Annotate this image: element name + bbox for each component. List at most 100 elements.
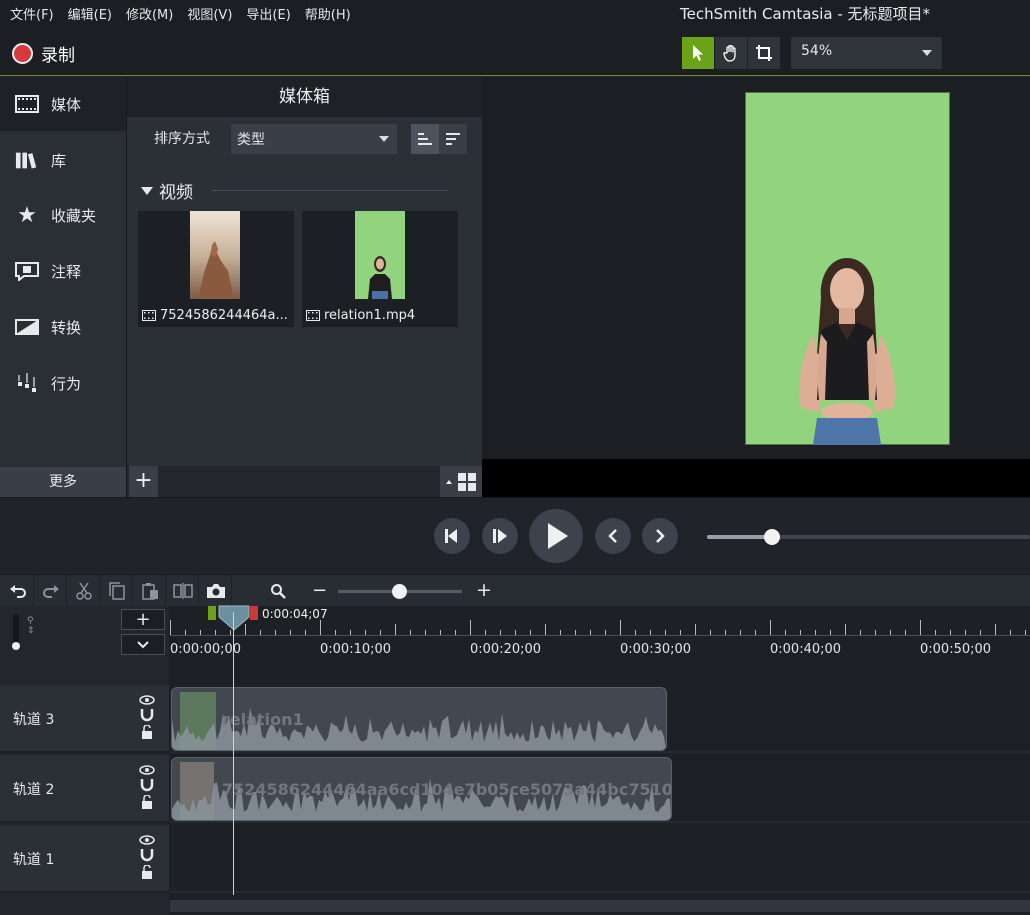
track-header[interactable]: 轨道 1: [0, 825, 169, 893]
sidebar-item-label: 注释: [51, 262, 82, 281]
scissors-icon: [75, 582, 92, 600]
sidebar-item-label: 转换: [51, 318, 82, 337]
sort-descending-button[interactable]: [439, 124, 467, 154]
menu-modify[interactable]: 修改(M): [126, 4, 173, 23]
track-lane[interactable]: 7524586244464aa6cd104e7b05ce5073a44bc751…: [170, 755, 1030, 823]
timeline-scrollbar[interactable]: [170, 900, 1030, 912]
select-tool-button[interactable]: [682, 37, 714, 69]
redo-button[interactable]: [35, 575, 67, 607]
window-title: TechSmith Camtasia - 无标题项目*: [680, 5, 931, 23]
sidebar-item-media[interactable]: 媒体: [0, 77, 126, 131]
track-height-handle[interactable]: [12, 642, 20, 650]
sort-value: 类型: [237, 132, 265, 148]
zoom-out-button[interactable]: −: [312, 580, 327, 601]
camera-icon: [206, 584, 225, 598]
undo-icon: [9, 585, 26, 598]
menu-file[interactable]: 文件(F): [10, 4, 54, 23]
split-button[interactable]: [167, 575, 199, 607]
unlock-icon[interactable]: [141, 725, 153, 739]
video-section-title: 视频: [159, 183, 193, 203]
menu-view[interactable]: 视图(V): [187, 4, 232, 23]
menu-bar: 文件(F) 编辑(E) 修改(M) 视图(V) 导出(E) 帮助(H): [10, 4, 351, 23]
step-back-button[interactable]: [434, 518, 470, 554]
plus-icon: +: [476, 579, 492, 601]
clip-name: 7524586244464aa6cd104e7b05ce5073a44bc751…: [222, 780, 672, 799]
track-options-button[interactable]: [121, 634, 165, 655]
video-file-icon: [306, 310, 320, 321]
unlock-icon[interactable]: [141, 795, 153, 809]
sidebar-item-annotations[interactable]: 注释: [0, 244, 126, 298]
menu-help[interactable]: 帮助(H): [305, 4, 351, 23]
playback-controls: [0, 497, 1030, 573]
more-button[interactable]: 更多: [0, 467, 126, 497]
previous-marker-button[interactable]: [595, 518, 631, 554]
timeline-toolbar: − +: [0, 574, 1030, 607]
snapshot-button[interactable]: [200, 575, 232, 607]
track-lane[interactable]: relation1: [170, 685, 1030, 753]
record-button[interactable]: 录制: [12, 41, 75, 66]
copy-button[interactable]: [101, 575, 133, 607]
magnet-icon[interactable]: [140, 848, 154, 862]
unlock-icon[interactable]: [141, 865, 153, 879]
magnet-icon[interactable]: [140, 708, 154, 722]
menu-edit[interactable]: 编辑(E): [68, 4, 112, 23]
track-height-slider[interactable]: [12, 614, 20, 650]
preview-canvas[interactable]: [482, 77, 1030, 459]
sort-dropdown[interactable]: 类型: [231, 124, 397, 154]
timeline-zoom-slider[interactable]: [338, 584, 462, 599]
pan-tool-button[interactable]: [715, 37, 747, 69]
step-forward-button[interactable]: [482, 518, 518, 554]
track-controls: [139, 695, 155, 739]
sidebar-item-transitions[interactable]: 转换: [0, 300, 126, 354]
record-label: 录制: [41, 46, 75, 66]
zoom-in-button[interactable]: +: [476, 579, 492, 601]
ruler-label: 0:00:30;00: [620, 642, 692, 657]
timeline-zoom-handle[interactable]: [392, 584, 407, 599]
paste-button[interactable]: [134, 575, 166, 607]
add-media-button[interactable]: +: [129, 466, 158, 497]
view-mode-button[interactable]: [440, 466, 482, 497]
sort-ascending-button[interactable]: [411, 124, 439, 154]
track-lane[interactable]: [170, 825, 1030, 893]
menu-export[interactable]: 导出(E): [246, 4, 290, 23]
playhead-handle[interactable]: [218, 605, 250, 631]
chevron-down-icon: [922, 50, 932, 56]
media-item[interactable]: 7524586244464a...: [138, 211, 294, 327]
play-button[interactable]: [529, 509, 583, 563]
crop-tool-button[interactable]: [748, 37, 780, 69]
sidebar-item-library[interactable]: 库: [0, 133, 126, 187]
canvas-footer: [482, 459, 1030, 497]
paste-icon: [141, 583, 158, 600]
timeline-clip[interactable]: relation1: [171, 687, 667, 751]
sidebar-item-favorites[interactable]: ★ 收藏夹: [0, 188, 126, 242]
selection-end-marker[interactable]: [250, 606, 258, 620]
magnet-icon[interactable]: [140, 778, 154, 792]
undo-button[interactable]: [2, 575, 34, 607]
playback-scrubber[interactable]: [707, 529, 1030, 545]
library-icon: [15, 149, 39, 171]
scrubber-handle[interactable]: [763, 529, 780, 545]
selection-start-marker[interactable]: [208, 606, 216, 620]
plus-icon: +: [135, 609, 151, 630]
playhead-time: 0:00:04;07: [262, 607, 328, 621]
video-section-toggle[interactable]: 视频: [141, 178, 193, 203]
track-header[interactable]: 轨道 3: [0, 685, 169, 753]
eye-icon[interactable]: [139, 695, 155, 705]
zoom-search-icon: [270, 583, 286, 603]
cut-button[interactable]: [68, 575, 100, 607]
crop-icon: [756, 45, 772, 61]
media-item[interactable]: relation1.mp4: [302, 211, 458, 327]
timeline-clip[interactable]: 7524586244464aa6cd104e7b05ce5073a44bc751…: [171, 757, 672, 821]
chevron-down-icon: [379, 136, 389, 142]
media-item-name: relation1.mp4: [324, 308, 416, 323]
track-header[interactable]: 轨道 2: [0, 755, 169, 823]
eye-icon[interactable]: [139, 835, 155, 845]
plus-icon: +: [134, 468, 153, 493]
next-marker-button[interactable]: [642, 518, 678, 554]
previous-frame-icon: [445, 529, 457, 543]
sidebar-item-behaviors[interactable]: 行为: [0, 356, 126, 410]
star-icon: ★: [17, 202, 37, 228]
zoom-dropdown[interactable]: 54%: [791, 37, 942, 69]
eye-icon[interactable]: [139, 765, 155, 775]
add-track-button[interactable]: +: [121, 609, 165, 630]
